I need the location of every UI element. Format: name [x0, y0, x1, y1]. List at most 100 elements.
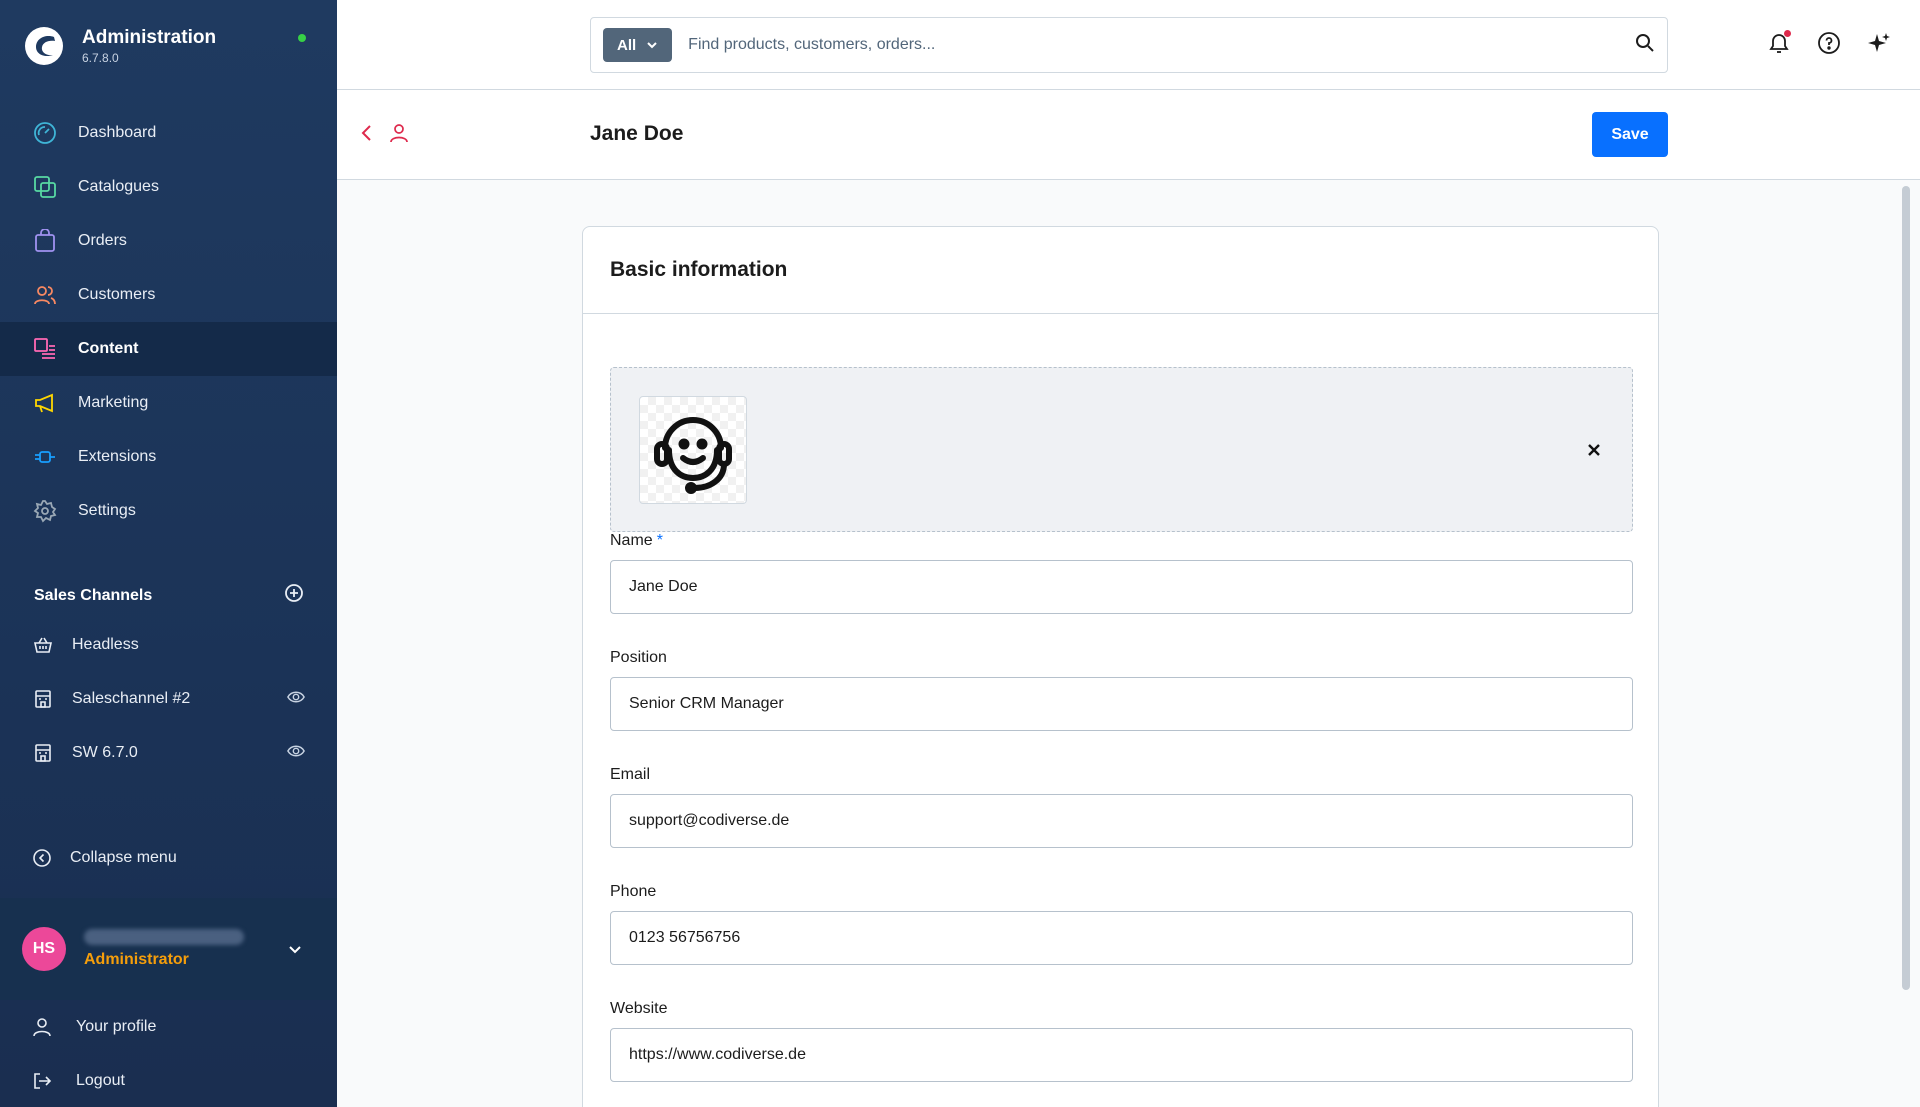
position-label: Position [610, 649, 667, 666]
sales-channel-label: SW 6.7.0 [72, 744, 138, 761]
support-agent-icon [654, 417, 732, 494]
logout-link[interactable]: Logout [0, 1054, 337, 1107]
sales-channel-sw-670[interactable]: SW 6.7.0 [0, 726, 337, 780]
name-label: Name * [610, 532, 663, 549]
chevron-down-icon[interactable] [287, 941, 303, 957]
email-field: Email [610, 766, 1633, 848]
nav-item-dashboard[interactable]: Dashboard [0, 106, 337, 160]
nav-label: Customers [78, 286, 156, 303]
scrollbar[interactable] [1902, 186, 1910, 990]
extensions-icon [32, 444, 58, 470]
shopware-logo-icon [25, 27, 63, 65]
dashboard-icon [32, 120, 58, 146]
app-version: 6.7.8.0 [82, 51, 119, 65]
sidebar: Administration 6.7.8.0 Dashboard Catalog… [0, 0, 337, 1107]
customers-icon [32, 282, 58, 308]
storefront-icon [32, 688, 54, 710]
sales-channels-title: Sales Channels [34, 586, 153, 604]
person-icon [389, 123, 409, 148]
settings-icon [32, 498, 58, 524]
sales-channel-list: Headless Saleschannel #2 SW 6.7.0 [0, 618, 337, 780]
back-chevron-icon[interactable] [359, 123, 375, 148]
email-label: Email [610, 766, 651, 783]
help-icon[interactable] [1816, 30, 1842, 56]
name-input[interactable] [610, 560, 1633, 614]
media-upload[interactable] [610, 367, 1633, 532]
notifications-bell-icon[interactable] [1766, 30, 1792, 56]
user-box[interactable]: HS Administrator [0, 898, 337, 1000]
nav-label: Extensions [78, 448, 157, 465]
phone-label: Phone [610, 883, 657, 900]
sales-channels-header: Sales Channels [34, 583, 304, 608]
nav-item-settings[interactable]: Settings [0, 484, 337, 538]
nav-item-marketing[interactable]: Marketing [0, 376, 337, 430]
nav-item-customers[interactable]: Customers [0, 268, 337, 322]
basic-information-card: Basic information Name* Position [582, 226, 1659, 1107]
your-profile-link[interactable]: Your profile [0, 1000, 337, 1054]
user-icon [32, 1017, 54, 1037]
brand[interactable]: Administration 6.7.8.0 [24, 26, 216, 66]
smart-bar: Jane Doe Save [337, 90, 1920, 180]
phone-field: Phone [610, 883, 1633, 965]
status-dot [298, 34, 306, 42]
position-field: Position [610, 649, 1633, 731]
remove-media-close-icon[interactable] [1584, 440, 1604, 460]
website-field: Website [610, 1000, 1633, 1082]
nav-label: Dashboard [78, 124, 157, 141]
app-title: Administration [82, 27, 217, 48]
main-nav: Dashboard Catalogues Orders Customers Co… [0, 106, 337, 538]
your-profile-label: Your profile [76, 1018, 157, 1035]
search-icon[interactable] [1635, 33, 1655, 58]
add-sales-channel-icon[interactable] [284, 583, 304, 608]
user-name-redacted [84, 929, 244, 945]
collapse-menu-label: Collapse menu [70, 849, 177, 866]
nav-item-content[interactable]: Content [0, 322, 337, 376]
marketing-icon [32, 390, 58, 416]
basket-icon [32, 634, 54, 656]
user-menu: Your profile Logout [0, 1000, 337, 1107]
logout-label: Logout [76, 1072, 125, 1089]
catalogues-icon [32, 174, 58, 200]
nav-item-orders[interactable]: Orders [0, 214, 337, 268]
search-type-label: All [617, 36, 637, 54]
sales-channel-saleschannel-2[interactable]: Saleschannel #2 [0, 672, 337, 726]
global-search: All [590, 17, 1668, 73]
save-button[interactable]: Save [1592, 112, 1668, 157]
ai-sparkle-icon[interactable] [1866, 30, 1892, 56]
sales-channel-label: Saleschannel #2 [72, 690, 191, 707]
eye-icon[interactable] [287, 688, 305, 711]
orders-icon [32, 228, 58, 254]
nav-label: Marketing [78, 394, 149, 411]
card-title: Basic information [583, 227, 1658, 314]
required-asterisk: * [656, 532, 663, 549]
content-icon [32, 336, 58, 362]
media-preview [639, 396, 747, 504]
chevron-down-icon [646, 39, 658, 51]
sales-channel-headless[interactable]: Headless [0, 618, 337, 672]
website-label: Website [610, 1000, 668, 1017]
storefront-icon [32, 742, 54, 764]
sales-channel-label: Headless [72, 636, 139, 653]
user-role: Administrator [84, 951, 189, 968]
logout-icon [32, 1071, 54, 1091]
nav-label: Catalogues [78, 178, 159, 195]
phone-input[interactable] [610, 911, 1633, 965]
email-input[interactable] [610, 794, 1633, 848]
nav-label: Settings [78, 502, 136, 519]
notification-badge [1784, 30, 1791, 37]
nav-item-extensions[interactable]: Extensions [0, 430, 337, 484]
chevron-left-circle-icon [32, 848, 52, 868]
position-input[interactable] [610, 677, 1633, 731]
collapse-menu-button[interactable]: Collapse menu [32, 848, 177, 868]
search-input[interactable] [688, 36, 1635, 54]
search-type-select[interactable]: All [603, 28, 673, 62]
page-title: Jane Doe [590, 122, 684, 145]
nav-label: Content [78, 340, 139, 357]
nav-label: Orders [78, 232, 127, 249]
topbar: All [337, 0, 1920, 90]
nav-item-catalogues[interactable]: Catalogues [0, 160, 337, 214]
name-field: Name * [610, 532, 1633, 614]
avatar: HS [22, 927, 66, 971]
eye-icon[interactable] [287, 742, 305, 765]
website-input[interactable] [610, 1028, 1633, 1082]
